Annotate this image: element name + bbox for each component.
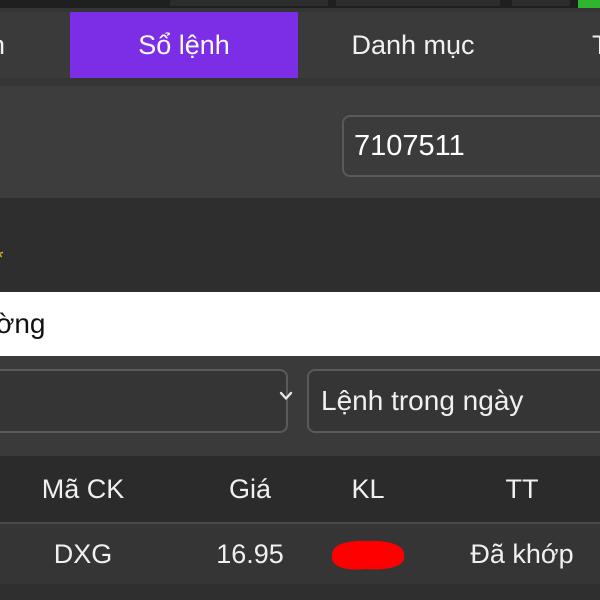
tab-label: h bbox=[0, 30, 5, 61]
tab-next[interactable]: T bbox=[528, 12, 600, 78]
order-period-select[interactable]: Lệnh trong ngày bbox=[307, 369, 600, 433]
column-header-symbol[interactable]: Mã CK bbox=[20, 456, 146, 522]
tab-label: T bbox=[592, 30, 600, 61]
order-book-screen: h Sổ lệnh Danh mục T * ờng Lệnh trong ng… bbox=[0, 0, 600, 600]
tab-order-book[interactable]: Sổ lệnh bbox=[70, 12, 298, 78]
tab-label: Sổ lệnh bbox=[138, 29, 230, 60]
market-input-text: ờng bbox=[0, 308, 46, 339]
table-footer-strip bbox=[0, 584, 600, 600]
top-strip-segment bbox=[336, 0, 500, 6]
cell-price: 16.95 bbox=[216, 538, 284, 569]
top-strip-segment bbox=[512, 0, 570, 6]
cell-status: Đã khớp bbox=[470, 538, 574, 569]
top-strip-segment bbox=[170, 0, 328, 6]
column-header-status[interactable]: TT bbox=[460, 456, 584, 522]
top-strip bbox=[0, 0, 600, 8]
account-number-input[interactable] bbox=[342, 115, 600, 177]
redaction-mark bbox=[331, 540, 405, 570]
chevron-down-icon[interactable] bbox=[279, 389, 293, 403]
order-period-value: Lệnh trong ngày bbox=[321, 385, 524, 416]
tab-previous[interactable]: h bbox=[0, 12, 70, 78]
column-header-price[interactable]: Giá bbox=[200, 456, 300, 522]
left-filter-select[interactable] bbox=[0, 369, 288, 433]
tab-bar: h Sổ lệnh Danh mục T bbox=[0, 12, 600, 78]
status-indicator bbox=[578, 0, 600, 8]
table-header: Mã CK Giá KL TT bbox=[0, 456, 600, 522]
field-label-area: * bbox=[0, 198, 600, 292]
cell-symbol: DXG bbox=[53, 538, 113, 569]
table-row[interactable]: DXG 16.95 Đã khớp bbox=[0, 524, 600, 584]
tab-portfolio[interactable]: Danh mục bbox=[298, 12, 528, 78]
required-marker: * bbox=[0, 247, 4, 269]
column-header-volume[interactable]: KL bbox=[318, 456, 418, 522]
market-input[interactable]: ờng bbox=[0, 292, 600, 356]
account-row bbox=[0, 86, 600, 198]
filter-row: Lệnh trong ngày bbox=[0, 356, 600, 456]
tab-label: Danh mục bbox=[351, 29, 475, 60]
